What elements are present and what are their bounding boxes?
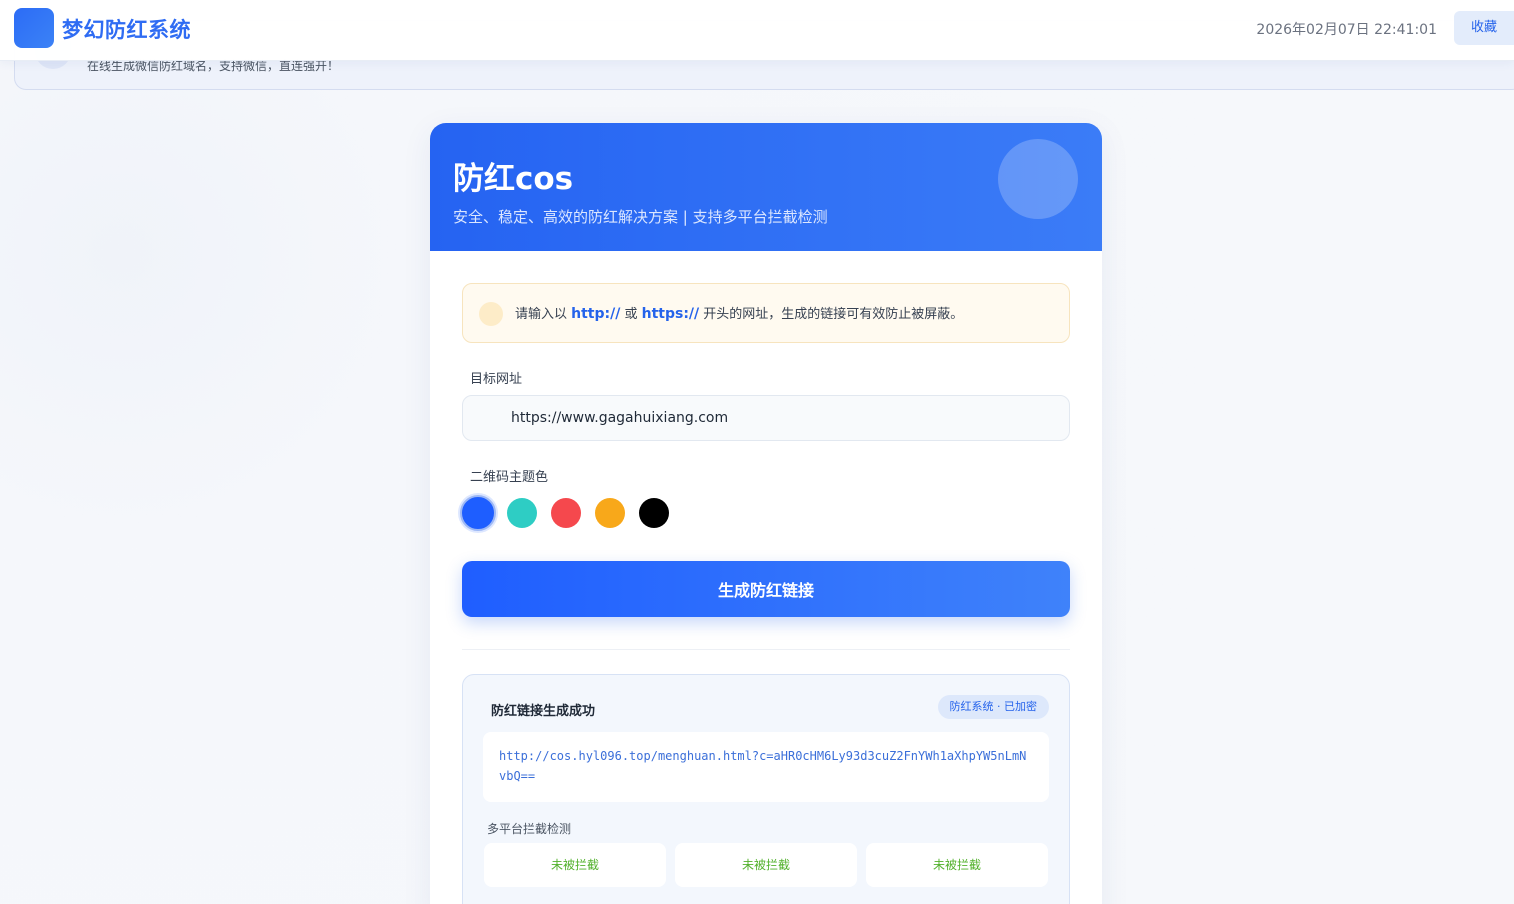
notice-or: 或 [620, 307, 642, 322]
divider [462, 649, 1070, 650]
color-swatch-red[interactable] [551, 498, 581, 528]
result-panel: 防红链接生成成功 防红系统 · 已加密 http://cos.hyl096.to… [462, 674, 1070, 904]
generate-button[interactable]: 生成防红链接 [462, 561, 1070, 617]
color-swatch-black[interactable] [639, 498, 669, 528]
notice-box: 请输入以 http:// 或 https:// 开头的网址，生成的链接可有效防止… [462, 283, 1070, 343]
header-decoration-icon [998, 139, 1078, 219]
favorite-button[interactable]: 收藏 [1454, 11, 1514, 45]
card-subtitle: 安全、稳定、高效的防红解决方案 | 支持多平台拦截检测 [453, 208, 828, 226]
status-badge: 防红系统 · 已加密 [937, 695, 1049, 719]
color-swatch-teal[interactable] [507, 498, 537, 528]
platform-status-1: 未被拦截 [484, 843, 666, 887]
datetime-display: 2026年02月07日 22:41:01 [1256, 22, 1437, 38]
card-header: 防红cos 安全、稳定、高效的防红解决方案 | 支持多平台拦截检测 [430, 123, 1102, 251]
brand-title: 梦幻防红系统 [62, 18, 191, 42]
color-swatch-blue[interactable] [460, 495, 496, 531]
notice-text: 请输入以 http:// 或 https:// 开头的网址，生成的链接可有效防止… [515, 303, 963, 322]
notice-https: https:// [641, 306, 700, 322]
result-title: 防红链接生成成功 [491, 704, 596, 719]
logo-icon [14, 8, 54, 48]
info-icon [479, 302, 503, 326]
notice-suffix: 开头的网址，生成的链接可有效防止被屏蔽。 [699, 307, 964, 322]
detect-label: 多平台拦截检测 [487, 822, 572, 836]
url-label: 目标网址 [470, 372, 523, 387]
notice-http: http:// [571, 306, 621, 322]
generated-url[interactable]: http://cos.hyl096.top/menghuan.html?c=aH… [483, 732, 1049, 802]
color-label: 二维码主题色 [470, 470, 549, 485]
main-card: 防红cos 安全、稳定、高效的防红解决方案 | 支持多平台拦截检测 请输入以 h… [430, 123, 1102, 904]
notice-prefix: 请输入以 [515, 307, 572, 322]
color-swatch-orange[interactable] [595, 498, 625, 528]
url-input[interactable] [462, 395, 1070, 441]
platform-status-3: 未被拦截 [866, 843, 1048, 887]
platform-status-2: 未被拦截 [675, 843, 857, 887]
top-navbar: 梦幻防红系统 2026年02月07日 22:41:01 收藏 [0, 0, 1514, 61]
card-title: 防红cos [453, 161, 574, 197]
